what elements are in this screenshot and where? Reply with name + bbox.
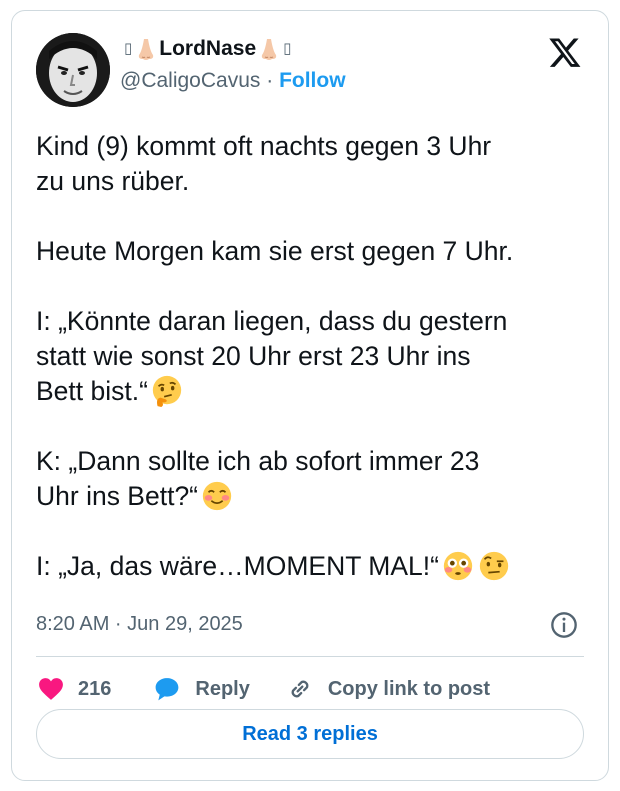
action-bar: 216 Reply Copy link to post bbox=[38, 674, 490, 704]
author-name: LordNase bbox=[159, 37, 257, 60]
copy-link-label: Copy link to post bbox=[327, 677, 491, 700]
like-count: 216 bbox=[78, 677, 112, 700]
post-text-part-1: Kind (9) kommt oft nachts gegen 3 Uhr zu… bbox=[36, 131, 514, 406]
info-icon[interactable] bbox=[550, 611, 578, 639]
read-replies-label: Read 3 replies bbox=[242, 722, 378, 745]
divider bbox=[36, 656, 584, 657]
nose-icon bbox=[139, 39, 154, 60]
like-button[interactable]: 216 bbox=[38, 677, 111, 701]
link-icon bbox=[291, 680, 309, 698]
follow-button[interactable]: Follow bbox=[279, 69, 346, 92]
name-prefix-glyph: ▯ bbox=[124, 40, 133, 57]
face-raised-eyebrow-icon bbox=[479, 551, 509, 581]
flushed-face-icon bbox=[443, 551, 473, 581]
heart-icon bbox=[39, 678, 63, 700]
avatar[interactable] bbox=[36, 33, 110, 107]
thinking-face-icon bbox=[152, 375, 182, 408]
author-name-row[interactable]: ▯ LordNase ▯ bbox=[120, 37, 295, 61]
x-logo-icon[interactable] bbox=[548, 35, 582, 69]
nose-icon bbox=[261, 39, 277, 60]
post-text: Kind (9) kommt oft nachts gegen 3 Uhr zu… bbox=[36, 129, 591, 584]
speech-bubble-icon bbox=[156, 678, 179, 701]
embedded-post-card: ▯ LordNase ▯ @CaligoCavus · Follow Kind … bbox=[11, 10, 609, 781]
post-text-part-3: I: „Ja, das wäre…MOMENT MAL!“ bbox=[36, 551, 439, 581]
name-suffix-glyph: ▯ bbox=[283, 40, 292, 57]
read-replies-button[interactable]: Read 3 replies bbox=[36, 709, 584, 759]
smiling-face-blushing-icon bbox=[202, 481, 232, 511]
post-timestamp[interactable]: 8:20 AM · Jun 29, 2025 bbox=[36, 613, 243, 636]
author-handle[interactable]: @CaligoCavus bbox=[120, 69, 260, 92]
handle-row: @CaligoCavus · Follow bbox=[120, 69, 346, 93]
reply-label: Reply bbox=[195, 677, 250, 700]
separator-dot: · bbox=[260, 69, 280, 92]
reply-button[interactable]: Reply bbox=[153, 676, 250, 702]
post-text-part-2: K: „Dann sollte ich ab sofort immer 23 U… bbox=[36, 446, 480, 511]
copy-link-button[interactable]: Copy link to post bbox=[286, 675, 490, 703]
